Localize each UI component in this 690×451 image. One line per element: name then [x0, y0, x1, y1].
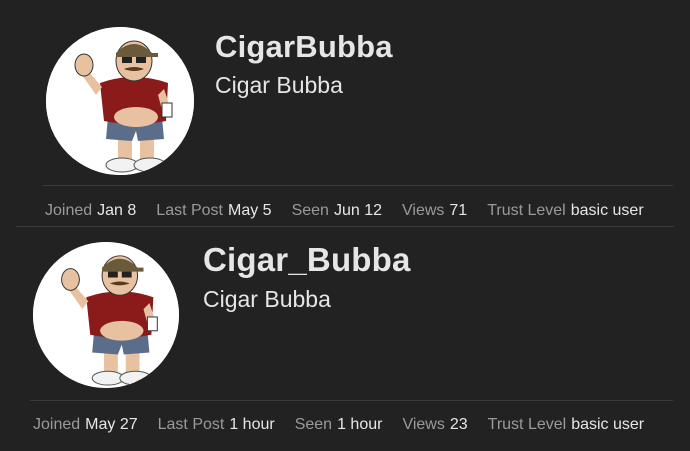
stat-trust-level: Trust Level basic user: [488, 416, 644, 434]
stat-label: Joined: [33, 416, 81, 433]
stat-value: Jan 8: [97, 202, 137, 219]
card-divider: [16, 226, 674, 227]
stat-label: Trust Level: [487, 416, 567, 433]
avatar-image: [33, 242, 179, 388]
stat-label: Trust Level: [487, 202, 566, 219]
full-name: Cigar Bubba: [215, 72, 343, 98]
user-stats: Joined Jan 8 Last Post May 5 Seen Jun 12…: [45, 202, 644, 220]
stat-label: Last Post: [157, 416, 225, 433]
avatar[interactable]: [46, 27, 194, 175]
stat-value: 1 hour: [229, 416, 275, 433]
avatar-image: [46, 27, 194, 175]
stat-trust-level: Trust Level basic user: [487, 202, 643, 220]
user-card: CigarBubba Cigar Bubba Joined Jan 8 Last…: [0, 0, 690, 226]
username[interactable]: CigarBubba: [215, 29, 393, 65]
stat-label: Seen: [291, 202, 329, 219]
stat-seen: Seen Jun 12: [292, 202, 382, 220]
stat-value: May 5: [228, 202, 272, 219]
stat-joined: Joined May 27: [33, 416, 138, 434]
stat-value: basic user: [570, 202, 644, 219]
stat-joined: Joined Jan 8: [45, 202, 136, 220]
user-stats: Joined May 27 Last Post 1 hour Seen 1 ho…: [33, 416, 644, 434]
stat-label: Views: [402, 416, 445, 433]
stat-views: Views 71: [402, 202, 467, 220]
stats-divider: [43, 185, 673, 186]
stat-label: Last Post: [156, 202, 223, 219]
stat-value: May 27: [85, 416, 138, 433]
stat-value: 71: [449, 202, 468, 219]
full-name: Cigar Bubba: [203, 286, 331, 312]
stat-last-post: Last Post 1 hour: [158, 416, 275, 434]
stat-label: Views: [402, 202, 445, 219]
avatar[interactable]: [33, 242, 179, 388]
stats-divider: [30, 400, 673, 401]
stat-last-post: Last Post May 5: [156, 202, 271, 220]
stat-label: Joined: [45, 202, 93, 219]
stat-views: Views 23: [402, 416, 467, 434]
user-card: Cigar_Bubba Cigar Bubba Joined May 27 La…: [0, 228, 690, 451]
stat-value: 1 hour: [337, 416, 383, 433]
username[interactable]: Cigar_Bubba: [203, 241, 411, 279]
stat-value: Jun 12: [333, 202, 382, 219]
stat-seen: Seen 1 hour: [295, 416, 383, 434]
stat-value: basic user: [571, 416, 645, 433]
stat-label: Seen: [294, 416, 333, 433]
stat-value: 23: [449, 416, 468, 433]
